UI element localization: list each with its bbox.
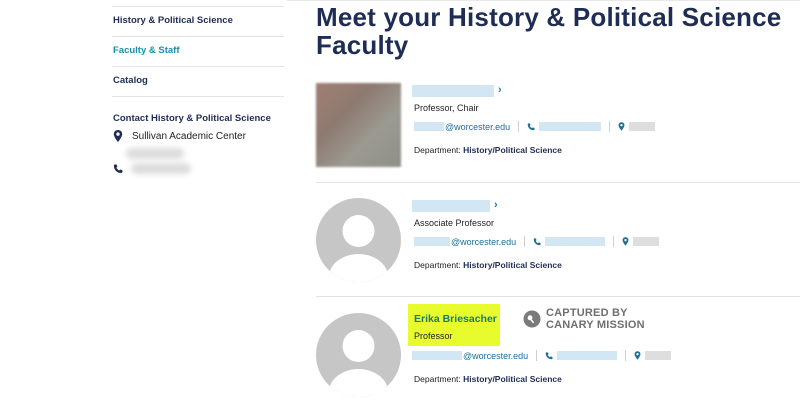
faculty-department: Department: History/Political Science	[414, 374, 562, 384]
chevron-right-icon: ›	[494, 199, 498, 211]
contact-row: @worcester.edu	[414, 236, 660, 247]
avatar-placeholder	[316, 198, 401, 282]
redacted-phone[interactable]	[539, 122, 602, 131]
sidebar-divider	[112, 6, 284, 7]
contact-title: Contact History & Political Science	[113, 113, 271, 124]
faculty-department: Department: History/Political Science	[414, 260, 562, 270]
phone-icon	[527, 122, 535, 130]
watermark-line1: CAPTURED BY	[546, 307, 628, 319]
separator	[625, 350, 627, 361]
sidebar-divider	[112, 66, 284, 67]
sidebar-item-history-political-science[interactable]: History & Political Science	[113, 15, 233, 26]
email-link[interactable]: @worcester.edu	[463, 351, 528, 361]
phone-icon	[113, 164, 123, 173]
sidebar: History & Political Science Faculty & St…	[0, 0, 290, 406]
watermark-line2: CANARY MISSION	[546, 319, 645, 331]
contact-address: Sullivan Academic Center	[113, 130, 246, 142]
sidebar-item-catalog[interactable]: Catalog	[113, 75, 148, 86]
top-divider	[287, 0, 800, 1]
department-value: History/Political Science	[463, 374, 562, 384]
email-link[interactable]: @worcester.edu	[445, 122, 510, 132]
sidebar-divider	[112, 96, 284, 97]
redacted-email-user	[412, 351, 462, 360]
faculty-name-link[interactable]	[412, 200, 490, 212]
department-value: History/Political Science	[463, 260, 562, 270]
faculty-name-link[interactable]: Erika Briesacher	[414, 313, 497, 325]
location-pin-icon	[622, 237, 629, 246]
phone-icon	[545, 351, 553, 359]
redacted-phone[interactable]	[557, 351, 618, 360]
sidebar-item-faculty-staff[interactable]: Faculty & Staff	[113, 45, 180, 56]
person-silhouette-icon	[328, 215, 389, 282]
page-title: Meet your History & Political Science Fa…	[316, 2, 782, 60]
department-label: Department:	[414, 260, 461, 270]
contact-address-text: Sullivan Academic Center	[132, 130, 246, 142]
redacted-email-user	[414, 122, 444, 131]
location-pin-icon	[113, 130, 123, 142]
redacted-office	[645, 351, 672, 360]
department-label: Department:	[414, 145, 461, 155]
faculty-name-link[interactable]	[412, 85, 494, 97]
separator	[609, 121, 611, 132]
phone-icon	[533, 237, 541, 245]
redacted-phone	[131, 163, 191, 174]
avatar-placeholder	[316, 313, 401, 397]
separator	[518, 121, 520, 132]
department-label: Department:	[414, 374, 461, 384]
sidebar-divider	[112, 36, 284, 37]
chevron-right-icon: ›	[498, 84, 502, 96]
department-value: History/Political Science	[463, 145, 562, 155]
faculty-photo	[316, 83, 401, 167]
separator	[524, 236, 526, 247]
location-pin-icon	[634, 351, 641, 360]
redacted-address-line	[126, 148, 184, 159]
faculty-title: Professor	[414, 331, 453, 341]
contact-row: @worcester.edu	[414, 121, 656, 132]
faculty-card: › Professor, Chair @worcester.edu Depart…	[316, 83, 800, 198]
location-pin-icon	[618, 122, 625, 131]
faculty-department: Department: History/Political Science	[414, 145, 562, 155]
contact-phone	[113, 163, 191, 174]
contact-row: @worcester.edu	[412, 350, 672, 361]
card-divider	[316, 182, 800, 183]
email-link[interactable]: @worcester.edu	[451, 237, 516, 247]
faculty-title: Professor, Chair	[414, 103, 479, 113]
redacted-phone[interactable]	[545, 237, 606, 246]
separator	[536, 350, 538, 361]
person-silhouette-icon	[328, 330, 389, 397]
separator	[613, 236, 615, 247]
redacted-email-user	[414, 237, 450, 246]
redacted-office	[629, 122, 656, 131]
canary-mission-logo-icon	[523, 310, 541, 328]
watermark-text: CAPTURED BY CANARY MISSION	[546, 307, 645, 331]
faculty-title: Associate Professor	[414, 218, 495, 228]
redacted-office	[633, 237, 660, 246]
watermark: CAPTURED BY CANARY MISSION	[523, 307, 645, 331]
